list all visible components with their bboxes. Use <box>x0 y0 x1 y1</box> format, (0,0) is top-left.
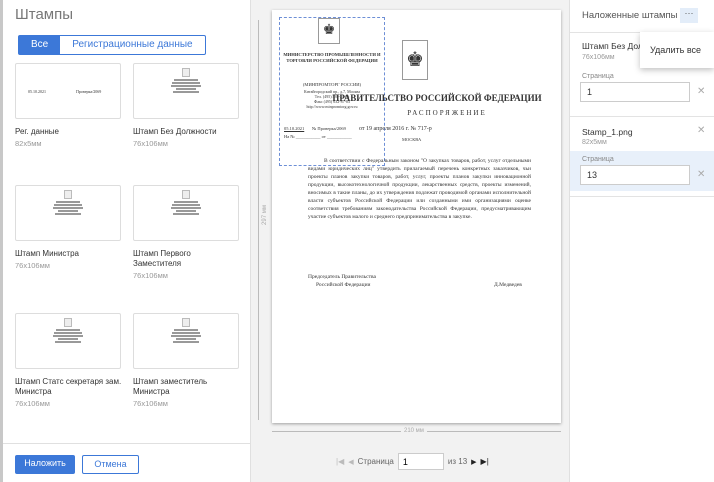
page-label: Страница <box>357 457 394 466</box>
stamp-name: Рег. данные <box>15 127 59 136</box>
stamp-size: 76x106мм <box>133 271 168 280</box>
preview-number: Проверка/2069 <box>76 89 102 94</box>
panel-footer: Наложить Отмена <box>3 443 250 482</box>
doc-body: В соответствии с Федеральным законом "О … <box>308 158 531 220</box>
height-label: 297 мм <box>261 202 268 228</box>
more-button[interactable]: ··· <box>680 8 698 23</box>
page-count: из 13 <box>447 457 468 466</box>
applied-stamp-size: 82x5мм <box>582 139 607 146</box>
doc-city: МОСКВА <box>402 137 422 142</box>
stamp-size: 76x106мм <box>15 261 50 270</box>
width-label: 210 мм <box>401 428 427 434</box>
first-page-icon[interactable]: |◀ <box>336 457 344 466</box>
filter-tabs: Все Регистрационные данные <box>18 35 206 55</box>
emblem-icon: ♚ <box>402 40 428 80</box>
page-field-label: Страница <box>582 156 614 163</box>
document-viewer: 297 мм ♚ МИНИСТЕРСТВО ПРОМЫШЛЕННОСТИ И Т… <box>251 0 569 482</box>
tab-registration-data[interactable]: Регистрационные данные <box>60 36 204 54</box>
signature-title: Председатель Правительства <box>308 274 376 280</box>
stamp-card[interactable] <box>133 185 239 241</box>
stamp-card[interactable] <box>15 313 121 369</box>
stamp-card[interactable] <box>133 63 239 119</box>
stamp-placement-box[interactable] <box>279 17 385 166</box>
signer-name: Д.Медведев <box>494 282 522 288</box>
page-field-label: Страница <box>582 73 614 80</box>
stamp-name: Штамп Без Должности <box>133 127 217 136</box>
stamp-card[interactable] <box>15 185 121 241</box>
page-field[interactable]: 13 <box>580 165 690 185</box>
height-ruler <box>258 20 259 420</box>
doc-type: РАСПОРЯЖЕНИЕ <box>407 109 487 117</box>
pager: |◀ ◀ Страница из 13 ▶ ▶| <box>336 453 489 470</box>
stamp-size: 82x5мм <box>15 139 42 148</box>
stamps-panel: Штампы Все Регистрационные данные 05.10.… <box>0 0 251 482</box>
delete-all-menu-item[interactable]: Удалить все <box>650 45 714 55</box>
stamp-preview <box>166 190 206 216</box>
last-page-icon[interactable]: ▶| <box>481 457 489 466</box>
document-page: ♚ МИНИСТЕРСТВО ПРОМЫШЛЕННОСТИ И ТОРГОВЛИ… <box>272 10 561 423</box>
clear-page-icon[interactable]: ✕ <box>697 169 705 180</box>
applied-stamp-size: 76x106мм <box>582 54 615 61</box>
panel-title: Наложенные штампы <box>582 10 678 21</box>
applied-stamps-panel: Наложенные штампы ··· Штамп Без Должност… <box>569 0 714 482</box>
context-menu: Удалить все <box>640 32 714 68</box>
apply-button[interactable]: Наложить <box>15 455 75 474</box>
stamp-size: 76x106мм <box>133 399 168 408</box>
remove-stamp-icon[interactable]: ✕ <box>697 125 705 136</box>
next-page-icon[interactable]: ▶ <box>471 458 476 466</box>
doc-heading: ПРАВИТЕЛЬСТВО РОССИЙСКОЙ ФЕДЕРАЦИИ <box>332 93 542 103</box>
tab-all[interactable]: Все <box>19 36 61 54</box>
stamp-preview <box>48 318 88 344</box>
applied-stamp-name: Stamp_1.png <box>582 127 633 137</box>
stamp-name: Штамп Министра <box>15 249 79 258</box>
stamp-preview <box>166 318 206 344</box>
page-field[interactable]: 1 <box>580 82 690 102</box>
preview-date: 05.10.2021 <box>28 89 46 94</box>
stamp-name: Штамп Статс секретаря зам. Министра <box>15 377 122 396</box>
stamp-card-reg-data[interactable]: 05.10.2021 Проверка/2069 <box>15 63 121 119</box>
doc-dateline: от 19 апреля 2016 г. № 717-р <box>359 126 432 132</box>
clear-page-icon[interactable]: ✕ <box>697 86 705 97</box>
cancel-button[interactable]: Отмена <box>82 455 139 474</box>
stamp-preview <box>166 68 206 94</box>
stamp-preview <box>48 190 88 216</box>
signature-title-2: Российской Федерации <box>316 282 371 288</box>
panel-title: Штампы <box>15 6 74 23</box>
stamp-size: 76x106мм <box>133 139 168 148</box>
stamp-name: Штамп Первого Заместителя <box>133 249 191 268</box>
prev-page-icon[interactable]: ◀ <box>348 458 353 466</box>
stamp-size: 76x106мм <box>15 399 50 408</box>
page-input[interactable] <box>397 453 444 470</box>
stamp-card[interactable] <box>133 313 239 369</box>
stamp-name: Штамп заместитель Министра <box>133 377 208 396</box>
